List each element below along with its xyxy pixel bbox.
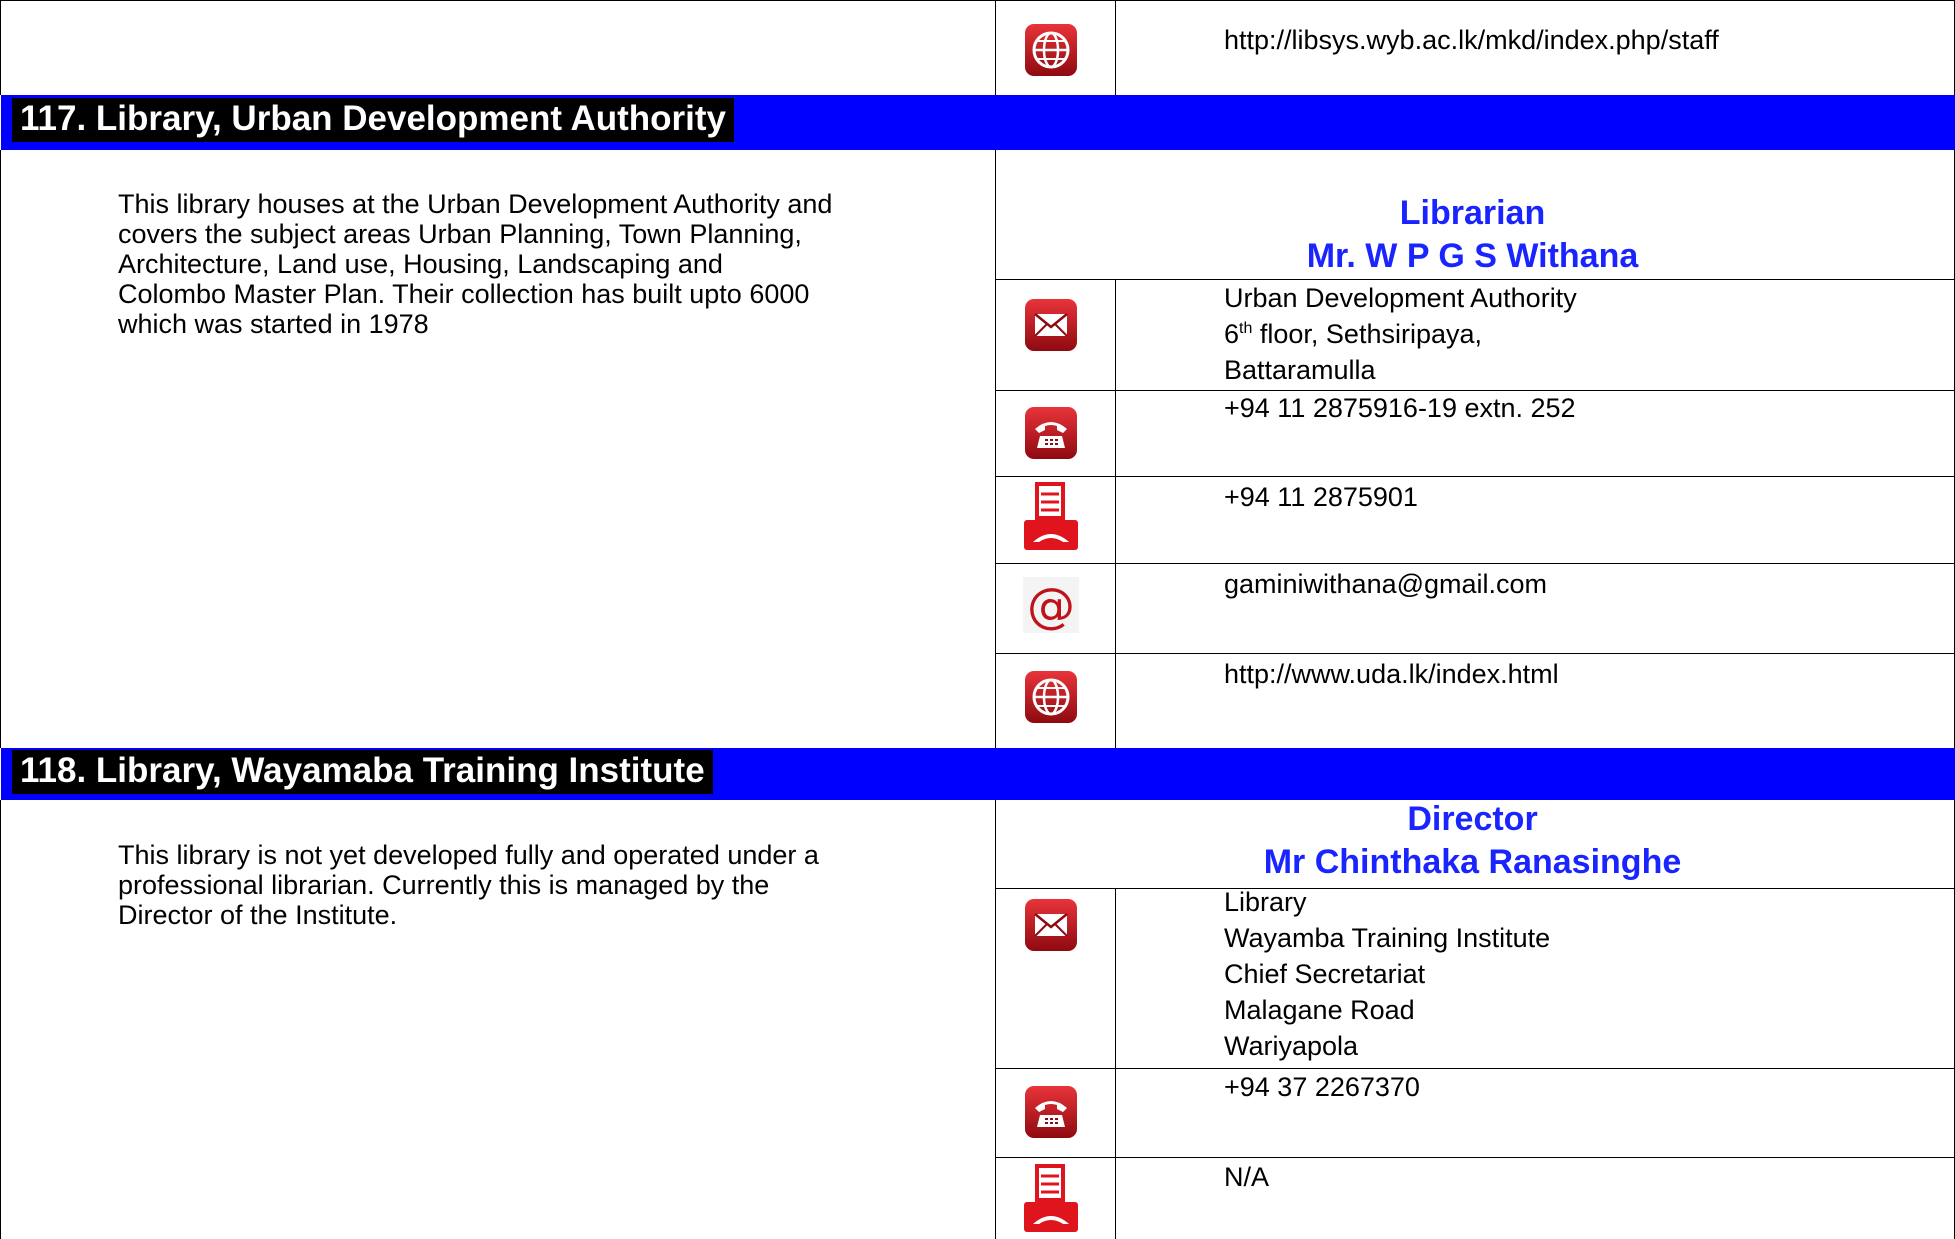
- section-118-contact-name: Mr Chinthaka Ranasinghe: [1263, 843, 1682, 881]
- section-117-address: Urban Development Authority 6th floor, S…: [1224, 280, 1577, 388]
- rule: [0, 800, 1, 1239]
- telephone-icon: [1021, 1082, 1081, 1142]
- floor-text: floor, Sethsiripaya,: [1252, 319, 1482, 349]
- section-117-heading: 117. Library, Urban Development Authorit…: [12, 98, 734, 142]
- top-website-url[interactable]: http://libsys.wyb.ac.lk/mkd/index.php/st…: [1224, 22, 1719, 58]
- fax-icon: [1021, 482, 1081, 552]
- description-line: This library houses at the Urban Develop…: [118, 189, 833, 219]
- rule: [0, 150, 1, 748]
- rule: [0, 0, 1, 95]
- section-118-heading: 118. Library, Wayamaba Training Institut…: [12, 750, 713, 794]
- rule: [1115, 0, 1116, 95]
- section-117-description: This library houses at the Urban Develop…: [118, 189, 978, 339]
- floor-number: 6: [1224, 319, 1240, 349]
- address-line: Library: [1224, 887, 1307, 917]
- svg-text:@: @: [1027, 578, 1075, 634]
- address-line: Battaramulla: [1224, 355, 1376, 385]
- address-line: Chief Secretariat: [1224, 959, 1426, 989]
- rule: [995, 653, 1955, 654]
- section-118-description: This library is not yet developed fully …: [118, 840, 978, 930]
- fax-icon: [1021, 1164, 1081, 1234]
- rule: [995, 1068, 1955, 1069]
- section-118-fax: N/A: [1224, 1162, 1270, 1192]
- ordinal-suffix: th: [1239, 320, 1253, 337]
- rule: [995, 476, 1955, 477]
- section-117-email[interactable]: gaminiwithana@gmail.com: [1224, 566, 1547, 602]
- address-line: Malagane Road: [1224, 995, 1415, 1025]
- section-118-role: Director: [1407, 800, 1538, 838]
- description-line: covers the subject areas Urban Planning,…: [118, 219, 802, 249]
- envelope-icon: [1021, 295, 1081, 355]
- rule: [1115, 279, 1116, 748]
- address-line: Wayamba Training Institute: [1224, 923, 1551, 953]
- section-117-website-url[interactable]: http://www.uda.lk/index.html: [1224, 656, 1559, 692]
- section-117-role: Librarian: [1399, 194, 1546, 232]
- envelope-icon: [1021, 895, 1081, 955]
- rule: [0, 0, 1955, 1]
- at-sign-icon: @: [1021, 575, 1081, 635]
- address-line: Wariyapola: [1224, 1031, 1359, 1061]
- address-line: Urban Development Authority: [1224, 283, 1577, 313]
- section-117-contact-name: Mr. W P G S Withana: [1306, 237, 1639, 275]
- description-line: Architecture, Land use, Housing, Landsca…: [118, 249, 723, 279]
- section-118-address: Library Wayamba Training Institute Chief…: [1224, 884, 1550, 1064]
- section-118-band: 118. Library, Wayamaba Training Institut…: [1, 748, 1955, 800]
- rule: [995, 563, 1955, 564]
- address-line: 6th floor, Sethsiripaya,: [1224, 316, 1577, 352]
- rule: [995, 1157, 1955, 1158]
- description-line: Colombo Master Plan. Their collection ha…: [118, 279, 810, 309]
- section-117-phone: +94 11 2875916-19 extn. 252: [1224, 393, 1576, 423]
- rule: [1115, 888, 1116, 1239]
- directory-page: http://libsys.wyb.ac.lk/mkd/index.php/st…: [0, 0, 1955, 1239]
- section-117-fax: +94 11 2875901: [1224, 482, 1418, 512]
- section-117-band: 117. Library, Urban Development Authorit…: [1, 95, 1955, 150]
- globe-icon: [1021, 20, 1081, 80]
- description-line: professional librarian. Currently this i…: [118, 870, 770, 900]
- telephone-icon: [1021, 403, 1081, 463]
- globe-icon: [1021, 667, 1081, 727]
- description-line: which was started in 1978: [118, 309, 429, 339]
- description-line: Director of the Institute.: [118, 900, 398, 930]
- section-118-phone: +94 37 2267370: [1224, 1072, 1420, 1102]
- description-line: This library is not yet developed fully …: [118, 840, 819, 870]
- rule: [995, 0, 996, 95]
